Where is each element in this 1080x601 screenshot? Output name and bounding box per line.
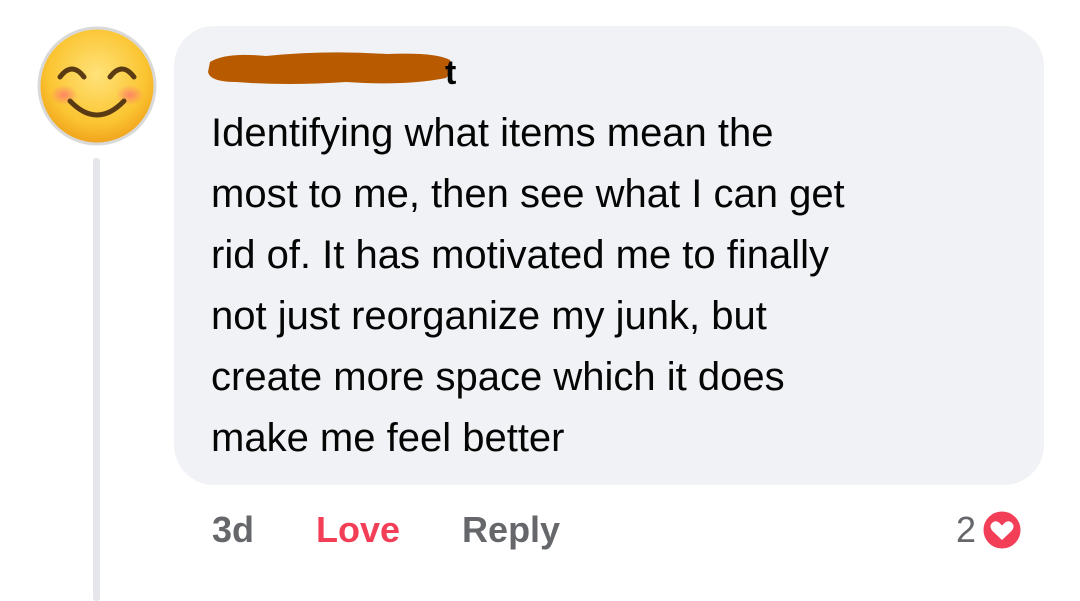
author-name[interactable]: t	[445, 56, 456, 90]
comment-actions: 3d Love Reply	[212, 505, 560, 555]
comment-thread: t Identifying what items mean the most t…	[0, 0, 1080, 601]
timestamp[interactable]: 3d	[212, 509, 254, 551]
love-reaction-button[interactable]: Love	[316, 509, 400, 551]
smiling-face-emoji-icon	[37, 26, 157, 146]
reply-button[interactable]: Reply	[462, 509, 560, 551]
avatar[interactable]	[36, 25, 158, 147]
thread-line	[93, 158, 100, 601]
comment-text: Identifying what items mean the most to …	[211, 111, 845, 460]
heart-reaction-icon	[980, 508, 1024, 552]
reaction-summary[interactable]: 2	[956, 505, 1024, 555]
author-name-redaction	[206, 48, 454, 88]
reaction-count: 2	[956, 509, 977, 550]
